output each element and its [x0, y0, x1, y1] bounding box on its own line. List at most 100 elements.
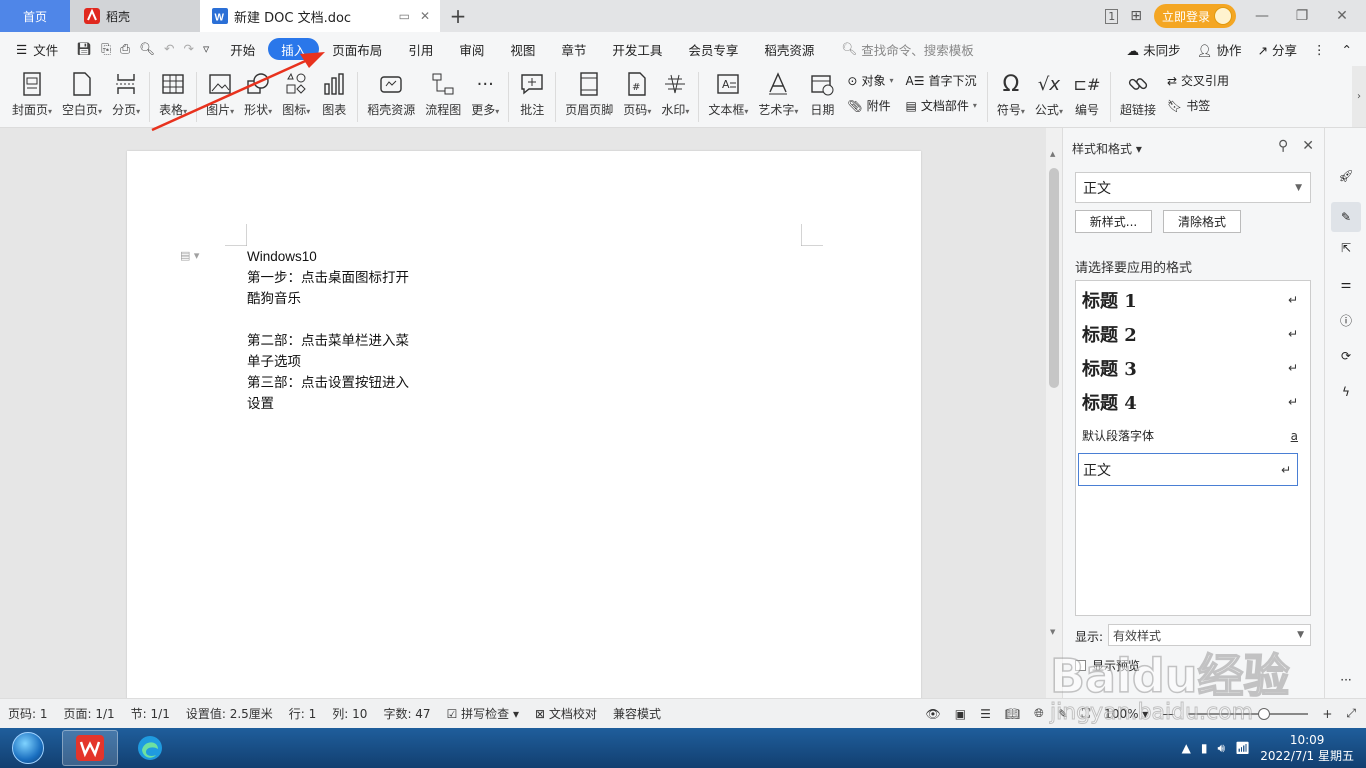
tab-developer[interactable]: 开发工具	[599, 38, 675, 60]
page-view-icon[interactable]: ▣	[955, 707, 966, 721]
chart-button[interactable]: 图表	[315, 70, 353, 118]
flowchart-button[interactable]: 流程图	[420, 70, 466, 118]
tab-member[interactable]: 会员专享	[675, 38, 751, 60]
customize-icon[interactable]: ▿	[203, 41, 209, 57]
header-footer-button[interactable]: 页眉页脚	[560, 70, 618, 118]
status-pages[interactable]: 页面: 1/1	[56, 705, 123, 722]
cover-page-button[interactable]: 封面页▾	[0, 70, 57, 118]
collab-button[interactable]: 👤︎ 协作	[1197, 40, 1242, 59]
zoom-out-icon[interactable]: —	[1162, 707, 1174, 721]
style-item-heading-2[interactable]: 标题 2 ↵	[1082, 321, 1304, 347]
page-break-button[interactable]: 分页▾	[107, 70, 145, 118]
pen-view-icon[interactable]: ✎	[1058, 707, 1068, 721]
undo-icon[interactable]: ↶	[164, 41, 174, 57]
backup-icon[interactable]: ⟳	[1336, 346, 1356, 366]
tab-pin-icon[interactable]: ▭	[399, 9, 410, 23]
zoom-slider-knob[interactable]	[1258, 707, 1271, 720]
status-section[interactable]: 节: 1/1	[123, 705, 178, 722]
show-preview-checkbox[interactable]: 显示预览	[1075, 657, 1140, 674]
fit-page-icon[interactable]: ⛶	[1082, 706, 1090, 721]
file-menu[interactable]: ☰ 文件	[0, 40, 68, 59]
tab-references[interactable]: 引用	[395, 38, 446, 60]
zoom-in-icon[interactable]: +	[1322, 707, 1332, 721]
status-page-code[interactable]: 页码: 1	[0, 705, 56, 722]
taskbar-edge[interactable]	[122, 730, 178, 766]
crossref-button[interactable]: ⇄ 交叉引用	[1167, 72, 1229, 89]
scroll-up-icon[interactable]: ▲	[1050, 150, 1055, 158]
redo-icon[interactable]: ↷	[184, 41, 194, 57]
new-style-button[interactable]: 新样式...	[1075, 210, 1152, 233]
tab-page-layout[interactable]: 页面布局	[319, 38, 395, 60]
formula-button[interactable]: √x 公式▾	[1030, 70, 1068, 118]
object-button[interactable]: ⊙ 对象 ▾	[847, 72, 893, 89]
style-item-heading-4[interactable]: 标题 4 ↵	[1082, 389, 1304, 415]
minimize-icon[interactable]: —	[1248, 8, 1276, 24]
show-style-select[interactable]: 有效样式 ▼	[1108, 624, 1311, 646]
more-icon[interactable]: ⋮	[1313, 42, 1326, 57]
status-setting[interactable]: 设置值: 2.5厘米	[178, 705, 281, 722]
vertical-scrollbar[interactable]: ▲ ▼	[1046, 128, 1062, 698]
network-icon[interactable]: 📶︎	[1235, 741, 1250, 755]
login-button[interactable]: 立即登录	[1153, 4, 1236, 28]
share-button[interactable]: ↗ 分享	[1258, 40, 1297, 59]
spellcheck-button[interactable]: ☑ 拼写检查 ▾	[439, 705, 527, 722]
blank-page-button[interactable]: 空白页▾	[57, 70, 107, 118]
docer-resources-button[interactable]: 稻壳资源	[362, 70, 420, 118]
tab-document[interactable]: W 新建 DOC 文档.doc ▭ ✕	[200, 0, 440, 32]
hyperlink-button[interactable]: 超链接	[1115, 70, 1161, 118]
tab-start[interactable]: 开始	[217, 38, 268, 60]
comment-button[interactable]: 批注	[513, 70, 551, 118]
styles-panel-title[interactable]: 样式和格式 ▾	[1072, 140, 1142, 157]
status-row[interactable]: 行: 1	[281, 705, 325, 722]
more-button[interactable]: ··· 更多▾	[466, 70, 504, 118]
style-item-heading-1[interactable]: 标题 1 ↵	[1082, 287, 1304, 313]
close-window-icon[interactable]: ✕	[1328, 8, 1356, 24]
picture-button[interactable]: 图片▾	[201, 70, 239, 118]
tray-expand-icon[interactable]: ▲	[1182, 741, 1191, 755]
ribbon-scroll-right-icon[interactable]: ›	[1352, 66, 1366, 127]
help-icon[interactable]: ⓘ	[1336, 310, 1356, 330]
scrollbar-thumb[interactable]	[1049, 168, 1059, 388]
paragraph-layout-icon[interactable]: ▤ ▾	[180, 249, 199, 262]
symbol-button[interactable]: Ω 符号▾	[992, 70, 1030, 118]
tab-section[interactable]: 章节	[548, 38, 599, 60]
numbering-button[interactable]: ⊏# 编号	[1068, 70, 1106, 118]
start-button[interactable]	[4, 730, 52, 766]
current-style-select[interactable]: 正文 ▼	[1075, 172, 1311, 203]
doc-check-button[interactable]: ⊠ 文档校对	[527, 705, 605, 722]
icon-library-button[interactable]: 图标▾	[277, 70, 315, 118]
tab-docer-resources[interactable]: 稻壳资源	[751, 38, 827, 60]
sync-button[interactable]: ☁︎ 未同步	[1127, 40, 1181, 59]
web-view-icon[interactable]: 🌐︎	[1034, 706, 1044, 721]
pin-icon[interactable]: ⚲	[1278, 138, 1288, 154]
attachment-button[interactable]: 📎︎ 附件	[847, 97, 893, 114]
save-icon[interactable]: 💾︎	[76, 41, 92, 57]
watermark-button[interactable]: 水印▾	[656, 70, 694, 118]
tab-close-icon[interactable]: ✕	[420, 9, 430, 23]
docpart-button[interactable]: ▤ 文档部件 ▾	[906, 97, 977, 114]
date-button[interactable]: 日期	[803, 70, 841, 118]
tab-home[interactable]: 首页	[0, 0, 70, 32]
tab-review[interactable]: 审阅	[446, 38, 497, 60]
tab-docer[interactable]: 稻壳	[70, 0, 200, 32]
zoom-level[interactable]: 100% ▾	[1104, 707, 1148, 721]
reading-view-icon[interactable]: 📖︎	[1005, 707, 1020, 721]
layout-icon[interactable]: 1	[1105, 8, 1119, 24]
settings-sliders-icon[interactable]: ⚌	[1336, 274, 1356, 294]
rocket-icon[interactable]: 🚀︎	[1336, 166, 1356, 186]
style-pen-icon[interactable]: ✎	[1331, 202, 1361, 232]
table-button[interactable]: 表格▾	[154, 70, 192, 118]
command-search[interactable]: 🔍︎ 查找命令、搜索模板	[827, 40, 973, 59]
new-tab-button[interactable]: +	[440, 0, 476, 32]
tab-insert[interactable]: 插入	[268, 38, 320, 60]
scroll-down-icon[interactable]: ▼	[1050, 628, 1055, 636]
document-page[interactable]: ▤ ▾ Windows10 第一步：点击桌面图标打开 酷狗音乐 第二部：点击菜单…	[127, 151, 921, 711]
print-preview-icon[interactable]: 🔍︎	[139, 41, 155, 57]
style-item-heading-3[interactable]: 标题 3 ↵	[1082, 355, 1304, 381]
collapse-ribbon-icon[interactable]: ⌃	[1342, 42, 1352, 57]
close-panel-icon[interactable]: ✕	[1302, 138, 1314, 154]
tray-device-icon[interactable]: ▮	[1201, 741, 1208, 755]
outline-view-icon[interactable]: ☰	[980, 707, 991, 721]
textbox-button[interactable]: A 文本框▾	[703, 70, 753, 118]
lightning-icon[interactable]: ϟ	[1336, 382, 1356, 402]
